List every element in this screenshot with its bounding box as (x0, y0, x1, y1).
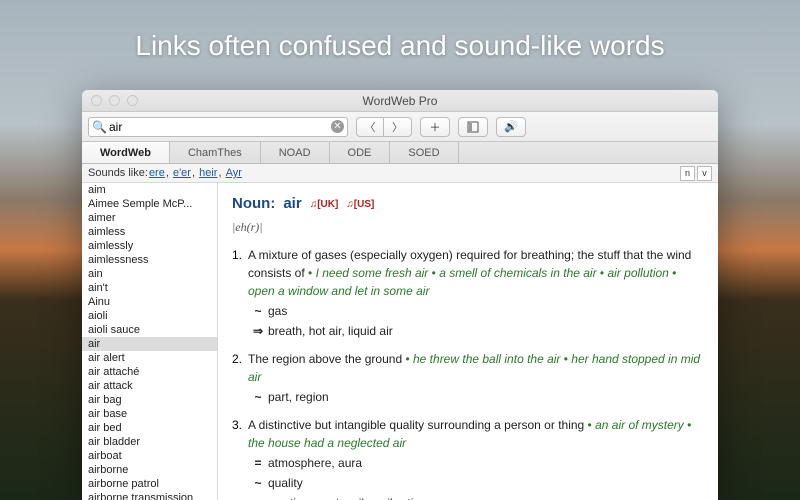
definition: 1.A mixture of gases (especially oxygen)… (232, 246, 704, 340)
list-item[interactable]: ain't (82, 281, 217, 295)
audio-uk-button[interactable]: ♫[UK] (310, 197, 339, 212)
window-title: WordWeb Pro (82, 94, 718, 108)
list-item[interactable]: airborne patrol (82, 477, 217, 491)
list-item[interactable]: air attack (82, 379, 217, 393)
list-item[interactable]: airboat (82, 449, 217, 463)
audio-button[interactable]: 🔊 (496, 117, 526, 137)
list-item[interactable]: aioli sauce (82, 323, 217, 337)
list-item[interactable]: airborne transmission (82, 491, 217, 500)
titlebar: WordWeb Pro (82, 90, 718, 112)
overlay-caption: Links often confused and sound-like word… (0, 30, 800, 62)
example-text: an air of mystery (595, 418, 684, 432)
word-list-sidebar[interactable]: aimAimee Semple McP...aimeraimlessaimles… (82, 183, 218, 500)
new-tab-button[interactable]: ＋ (420, 117, 450, 137)
list-item[interactable]: air bladder (82, 435, 217, 449)
sounds-like-label: Sounds like: (88, 167, 148, 179)
list-item[interactable]: aim (82, 183, 217, 197)
search-input[interactable] (88, 117, 348, 137)
relation-row: ~gas (248, 302, 704, 320)
pronunciation: |eh(r)| (232, 218, 704, 236)
tab-chamthes[interactable]: ChamThes (170, 142, 261, 163)
list-item[interactable]: aimlessly (82, 239, 217, 253)
part-of-speech: Noun: (232, 193, 275, 216)
headword: air (283, 193, 301, 216)
list-item[interactable]: air (82, 337, 217, 351)
forward-button[interactable]: 〉 (384, 117, 412, 137)
tabs: WordWebChamThesNOADODESOED (82, 142, 718, 164)
tab-soed[interactable]: SOED (390, 142, 458, 163)
tab-wordweb[interactable]: WordWeb (82, 142, 170, 163)
list-item[interactable]: Ainu (82, 295, 217, 309)
example-text: open a window and let in some air (248, 284, 429, 298)
definition: 2.The region above the ground • he threw… (232, 350, 704, 406)
definition-panel: Noun: air ♫[UK] ♫[US] |eh(r)| 1.A mixtur… (218, 183, 718, 500)
example-text: the house had a neglected air (248, 436, 406, 450)
list-item[interactable]: Aimee Semple McP... (82, 197, 217, 211)
relation-row: ~part, region (248, 388, 704, 406)
definition: 3.A distinctive but intangible quality s… (232, 416, 704, 500)
relation-row: ⇒breath, hot air, liquid air (248, 322, 704, 340)
example-text: air pollution (607, 266, 668, 280)
list-item[interactable]: aimer (82, 211, 217, 225)
list-item[interactable]: air bag (82, 393, 217, 407)
list-item[interactable]: air bed (82, 421, 217, 435)
example-text: a smell of chemicals in the air (439, 266, 596, 280)
list-item[interactable]: airborne (82, 463, 217, 477)
tab-ode[interactable]: ODE (330, 142, 391, 163)
relation-row: =atmosphere, aura (248, 454, 704, 472)
example-text: I need some fresh air (316, 266, 429, 280)
sounds-like-link[interactable]: e'er (173, 167, 191, 179)
sounds-like-bar: Sounds like: ere, e'er, heir, Ayr n v (82, 164, 718, 183)
search-icon: 🔍 (92, 120, 107, 134)
relation-row: ⇒mystique, note, vibe, vibration (248, 494, 704, 500)
sounds-like-link[interactable]: heir (199, 167, 217, 179)
relation-row: ~quality (248, 474, 704, 492)
toolbar: 🔍 ✕ 〈 〉 ＋ 🔊 (82, 112, 718, 142)
back-button[interactable]: 〈 (356, 117, 384, 137)
sounds-like-link[interactable]: ere (149, 167, 165, 179)
tab-noad[interactable]: NOAD (261, 142, 330, 163)
verb-filter-button[interactable]: v (697, 166, 712, 181)
audio-us-button[interactable]: ♫[US] (346, 197, 374, 212)
list-item[interactable]: aimless (82, 225, 217, 239)
list-item[interactable]: air base (82, 407, 217, 421)
noun-filter-button[interactable]: n (680, 166, 695, 181)
bookmarks-button[interactable] (458, 117, 488, 137)
list-item[interactable]: aioli (82, 309, 217, 323)
sounds-like-link[interactable]: Ayr (226, 167, 242, 179)
list-item[interactable]: air attaché (82, 365, 217, 379)
app-window: WordWeb Pro 🔍 ✕ 〈 〉 ＋ 🔊 WordWebChamThesN… (82, 90, 718, 500)
list-item[interactable]: ain (82, 267, 217, 281)
clear-search-icon[interactable]: ✕ (331, 120, 344, 133)
example-text: he threw the ball into the air (413, 352, 560, 366)
list-item[interactable]: aimlessness (82, 253, 217, 267)
list-item[interactable]: air alert (82, 351, 217, 365)
